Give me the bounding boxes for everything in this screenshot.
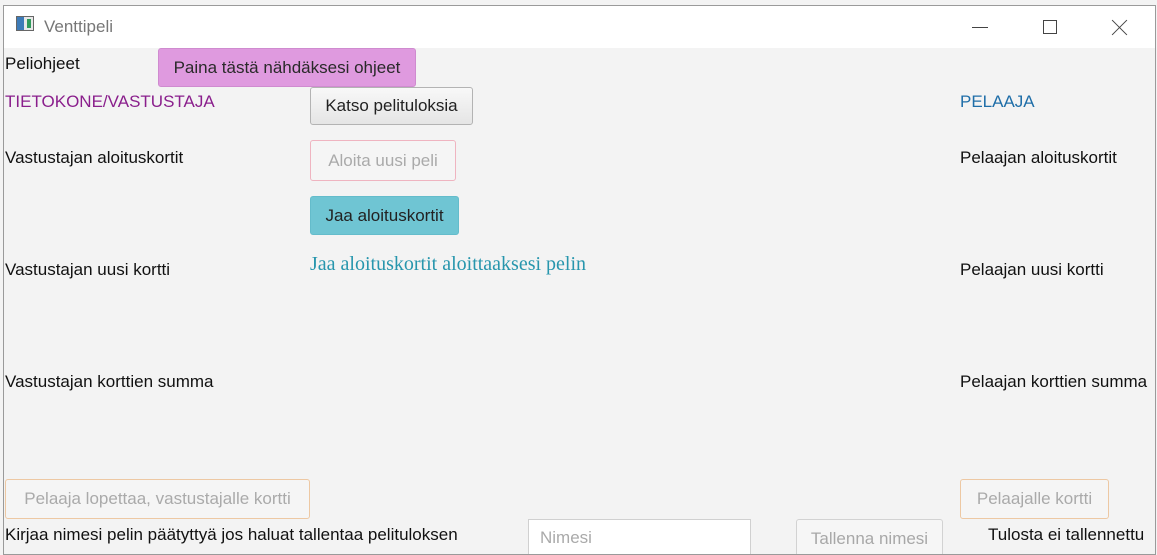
app-icon bbox=[16, 16, 34, 31]
opponent-heading: TIETOKONE/VASTUSTAJA bbox=[5, 92, 215, 111]
close-button[interactable] bbox=[1085, 6, 1155, 48]
player-card-button[interactable]: Pelaajalle kortti bbox=[960, 479, 1109, 519]
player-card-sum-label: Pelaajan korttien summa bbox=[960, 372, 1148, 391]
title-bar: Venttipeli bbox=[4, 6, 1155, 48]
minimize-button[interactable] bbox=[945, 6, 1015, 48]
maximize-button[interactable] bbox=[1015, 6, 1085, 48]
opponent-card-sum-label: Vastustajan korttien summa bbox=[5, 372, 214, 391]
player-stops-button[interactable]: Pelaaja lopettaa, vastustajalle kortti bbox=[5, 479, 310, 519]
save-name-button[interactable]: Tallenna nimesi bbox=[796, 519, 943, 554]
deal-starting-cards-button[interactable]: Jaa aloituskortit bbox=[310, 196, 459, 235]
instructions-label: Peliohjeet bbox=[5, 54, 80, 73]
save-result-instructions: Kirjaa nimesi pelin päätyttyä jos haluat… bbox=[5, 525, 458, 544]
view-results-button[interactable]: Katso pelituloksia bbox=[310, 87, 473, 125]
maximize-icon bbox=[1043, 20, 1057, 34]
show-instructions-button[interactable]: Paina tästä nähdäksesi ohjeet bbox=[158, 48, 416, 87]
player-starting-cards-label: Pelaajan aloituskortit bbox=[960, 148, 1117, 167]
minimize-icon bbox=[972, 26, 988, 28]
player-heading: PELAAJA bbox=[960, 92, 1035, 111]
opponent-starting-cards-label: Vastustajan aloituskortit bbox=[5, 148, 184, 167]
new-game-button[interactable]: Aloita uusi peli bbox=[310, 140, 456, 181]
window-title: Venttipeli bbox=[44, 17, 113, 36]
player-name-input[interactable] bbox=[528, 519, 751, 554]
opponent-new-card-label: Vastustajan uusi kortti bbox=[5, 260, 171, 279]
player-new-card-label: Pelaajan uusi kortti bbox=[960, 260, 1104, 279]
save-status: Tulosta ei tallennettu bbox=[988, 525, 1145, 544]
game-status-message: Jaa aloituskortit aloittaaksesi pelin bbox=[310, 253, 587, 275]
close-icon bbox=[1111, 18, 1129, 36]
venttipeli-window: Venttipeli Peliohjeet Paina tästä nähdäk… bbox=[3, 5, 1156, 555]
